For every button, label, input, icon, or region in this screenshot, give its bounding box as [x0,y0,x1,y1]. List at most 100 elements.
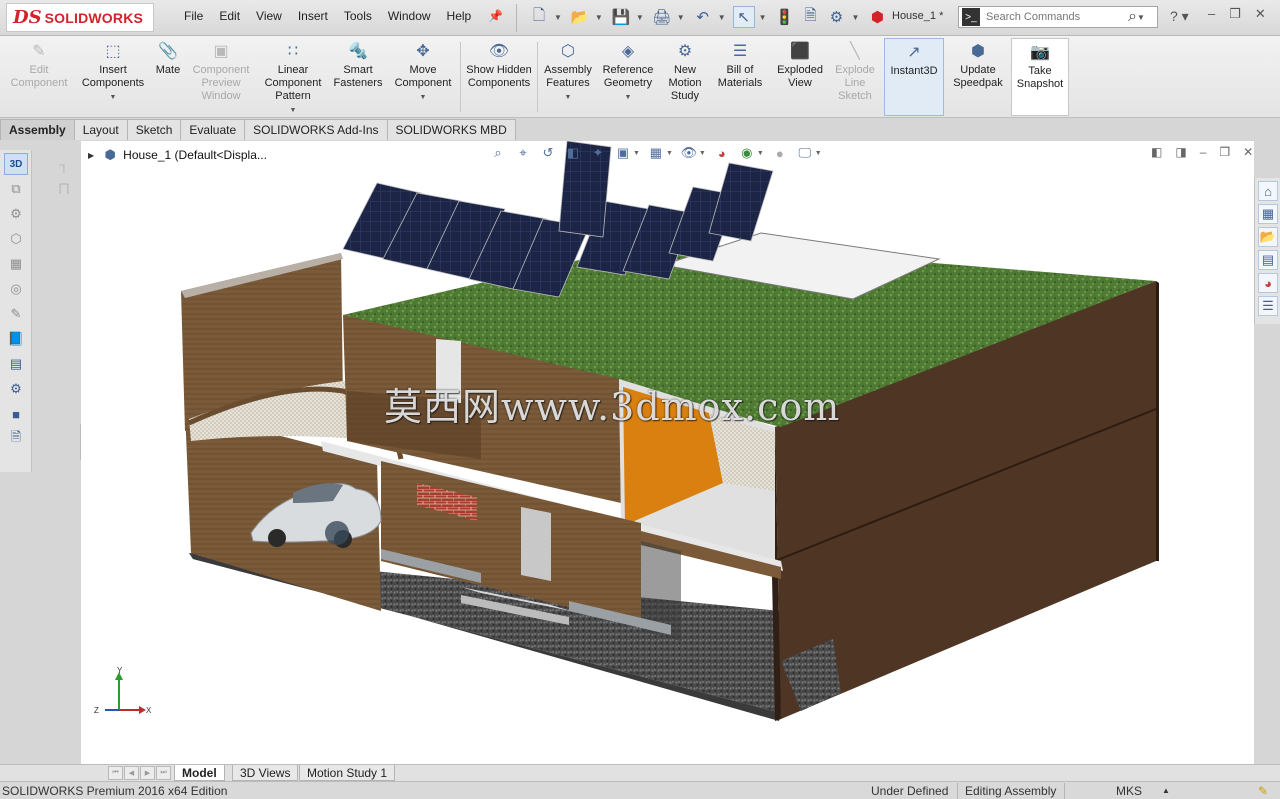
tile-right-icon[interactable]: ◨ [1175,145,1186,159]
solidworks-logo[interactable]: DS SOLIDWORKS [6,3,154,32]
hide-show-items-icon[interactable]: 👁 [680,144,698,162]
move-component-button[interactable]: ✥ Move Component ▼ [388,40,458,104]
chevron-down-icon[interactable]: ▼ [1137,13,1145,22]
rebuild-traffic-light-icon[interactable]: 🚦 [774,6,796,28]
3d-view-icon[interactable]: 3D [4,153,28,175]
layout-sketch-icon[interactable]: ▤ [4,353,28,375]
select-pointer-icon[interactable]: ↖ [732,6,755,28]
smart-fasteners-button[interactable]: 🔩 Smart Fasteners [332,40,384,90]
pin-menu-icon[interactable]: 📌 [488,9,503,23]
tab-3d-views[interactable]: 3D Views [232,765,299,781]
linear-pattern-button[interactable]: ∷ Linear Component Pattern ▼ [258,40,328,117]
search-input[interactable] [986,11,1126,23]
chevron-down-icon[interactable]: ▼ [666,150,673,157]
design-library-icon[interactable]: ▦ [1258,204,1278,224]
file-explorer-icon[interactable]: 📂 [1258,227,1278,247]
chevron-down-icon[interactable]: ▼ [595,13,603,22]
chevron-down-icon[interactable]: ▼ [554,13,562,22]
edit-appearance-icon[interactable]: ◕ [713,144,731,162]
solidworks-resources-icon[interactable]: ⬢ [866,6,888,28]
tab-motion-study-1[interactable]: Motion Study 1 [299,765,396,781]
chevron-down-icon[interactable]: ▼ [757,150,764,157]
tab-solidworks-mbd[interactable]: SOLIDWORKS MBD [386,119,516,140]
print-icon[interactable]: 🖨 [651,6,673,28]
custom-properties-icon[interactable]: ☰ [1258,296,1278,316]
dynamic-annotation-icon[interactable]: ✦ [589,144,607,162]
tab-evaluate[interactable]: Evaluate [180,119,246,140]
mate-button[interactable]: 📎 Mate [152,40,184,77]
feature-tree-root[interactable]: ▶ ⬢ House_1 (Default<Displa... [88,147,267,162]
insert-components-button[interactable]: ⬚ Insert Components ▼ [76,40,150,104]
menu-edit[interactable]: Edit [211,9,248,23]
search-commands-box[interactable]: >_ ⌕ ▼ [958,6,1158,28]
restore-icon[interactable]: ❐ [1219,145,1230,159]
close-icon[interactable]: ✕ [1255,6,1266,22]
properties-gear-icon[interactable]: ⚙ [4,378,28,400]
realview-icon[interactable]: ● [771,144,789,162]
view-orientation-icon[interactable]: ▣ [614,144,632,162]
solid-cube-icon[interactable]: ■ [4,403,28,425]
tab-layout[interactable]: Layout [73,119,128,140]
options-gear-icon[interactable]: ⚙ [826,6,848,28]
file-properties-icon[interactable]: 🗎 [800,6,822,28]
home-icon[interactable]: ⌂ [1258,181,1278,201]
tab-sketch[interactable]: Sketch [126,119,182,140]
edit-component-button[interactable]: ✎ Edit Component [4,40,74,90]
last-tab-icon[interactable]: ⏭ [156,766,171,780]
menu-help[interactable]: Help [439,9,480,23]
chevron-down-icon[interactable]: ▼ [420,91,427,104]
chevron-down-icon[interactable]: ▼ [852,13,860,22]
menu-file[interactable]: File [176,9,211,23]
chevron-up-icon[interactable]: ▲ [1162,786,1170,795]
chevron-down-icon[interactable]: ▼ [759,13,767,22]
zoom-to-area-icon[interactable]: ⌖ [514,144,532,162]
tile-left-icon[interactable]: ◧ [1151,145,1162,159]
chevron-down-icon[interactable]: ▼ [625,91,632,104]
update-speedpak-button[interactable]: ⬢ Update Speedpak [950,40,1006,90]
undo-icon[interactable]: ↶ [692,6,714,28]
next-tab-icon[interactable]: ▶ [140,766,155,780]
chevron-down-icon[interactable]: ▼ [290,104,297,117]
step-icon[interactable]: ┐ [52,153,76,175]
tab-solidworks-add-ins[interactable]: SOLIDWORKS Add-Ins [244,119,388,140]
menu-insert[interactable]: Insert [290,9,336,23]
mate-icon[interactable]: ⧉ [4,178,28,200]
minimize-icon[interactable]: – [1200,145,1207,159]
menu-tools[interactable]: Tools [336,9,380,23]
cube-icon[interactable]: ▦ [4,253,28,275]
zoom-to-fit-icon[interactable]: ⌕ [489,144,507,162]
apply-scene-icon[interactable]: ◉ [738,144,756,162]
search-icon[interactable]: ⌕ [1128,8,1137,26]
chevron-down-icon[interactable]: ▼ [110,91,117,104]
instant3d-button[interactable]: ↗ Instant3D [884,38,944,116]
take-snapshot-button[interactable]: 📷 Take Snapshot [1011,38,1069,116]
new-document-icon[interactable]: 🗋 [528,6,550,28]
restore-icon[interactable]: ❐ [1229,6,1241,22]
tab-model[interactable]: Model [174,765,225,781]
first-tab-icon[interactable]: ⏮ [108,766,123,780]
help-icon[interactable]: ? ▾ [1170,8,1189,25]
component-icon[interactable]: ⬡ [4,228,28,250]
bill-of-materials-button[interactable]: ☰ Bill of Materials [714,40,766,90]
assembly-features-button[interactable]: ⬡ Assembly Features ▼ [540,40,596,104]
section-view-icon[interactable]: ◧ [564,144,582,162]
show-hidden-button[interactable]: 👁 Show Hidden Components [464,40,534,90]
display-style-icon[interactable]: ▦ [647,144,665,162]
appearances-icon[interactable]: ◕ [1258,273,1278,293]
sketch-pen-icon[interactable]: ✎ [4,303,28,325]
document-icon[interactable]: 🗎 [4,428,28,450]
pulse-icon[interactable]: ⨅ [52,178,76,200]
book-icon[interactable]: 📘 [4,328,28,350]
component-preview-button[interactable]: ▣ Component Preview Window [186,40,256,103]
new-motion-study-button[interactable]: ⚙ New Motion Study [662,40,708,103]
chevron-down-icon[interactable]: ▼ [565,91,572,104]
graphics-area[interactable]: ▶ ⬢ House_1 (Default<Displa... ⌕ ⌖ ↺ ◧ ✦… [81,141,1254,764]
exploded-view-button[interactable]: ⬛ Exploded View [774,40,826,90]
menu-view[interactable]: View [248,9,290,23]
gear-component-icon[interactable]: ⚙ [4,203,28,225]
minimize-icon[interactable]: – [1208,6,1215,22]
previous-view-icon[interactable]: ↺ [539,144,557,162]
close-icon[interactable]: ✕ [1243,145,1253,159]
menu-window[interactable]: Window [380,9,439,23]
view-palette-icon[interactable]: ▤ [1258,250,1278,270]
